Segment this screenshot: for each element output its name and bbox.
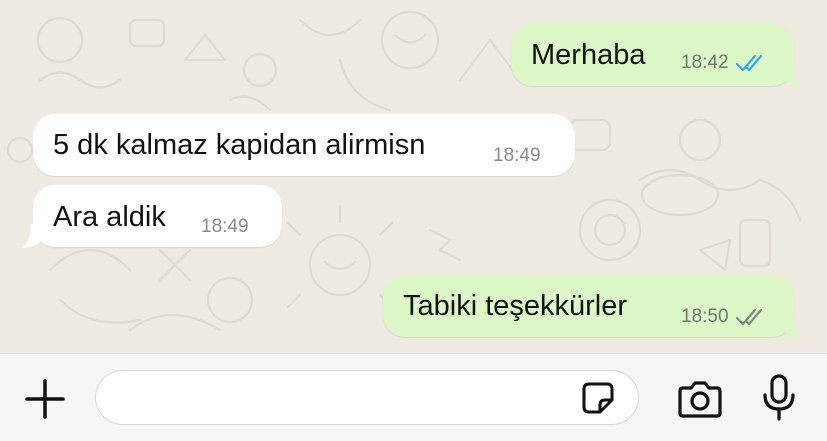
message-time: 18:42 — [681, 52, 729, 73]
message-time: 18:49 — [201, 216, 249, 237]
message-text: Tabiki teşekkürler — [403, 290, 628, 322]
sticker-icon — [582, 382, 614, 414]
sticker-button[interactable] — [580, 381, 616, 415]
bubble-tail-incoming — [21, 224, 43, 248]
message-meta: 18:42 — [681, 52, 765, 74]
plus-icon — [25, 379, 65, 419]
message-input[interactable] — [114, 381, 578, 417]
message-bubble-outgoing[interactable]: Tabiki teşekkürler 18:50 — [383, 275, 794, 337]
microphone-button[interactable] — [756, 372, 802, 424]
message-bubble-incoming[interactable]: 5 dk kalmaz kapidan alirmisn 18:49 — [33, 114, 575, 176]
message-bubble-incoming[interactable]: Ara aldik 18:49 — [33, 185, 282, 247]
message-input-field[interactable] — [95, 370, 639, 425]
message-text: 5 dk kalmaz kapidan alirmisn — [53, 129, 426, 161]
chat-area: Merhaba 18:42 5 dk kalmaz kapidan alirmi… — [0, 0, 827, 353]
bubble-tail-outgoing — [782, 64, 804, 88]
message-text: Merhaba — [531, 39, 646, 71]
message-meta: 18:49 — [493, 145, 541, 167]
bubble-tail-outgoing — [782, 315, 804, 339]
camera-button[interactable] — [675, 376, 725, 422]
attach-button[interactable] — [22, 376, 68, 422]
message-meta: 18:49 — [201, 216, 249, 238]
message-meta: 18:50 — [681, 306, 765, 328]
camera-icon — [678, 381, 722, 418]
message-text: Ara aldik — [53, 201, 166, 233]
delivered-double-check-icon — [735, 308, 762, 326]
message-input-bar — [0, 353, 827, 441]
message-bubble-outgoing[interactable]: Merhaba 18:42 — [511, 23, 794, 86]
read-double-check-icon — [735, 54, 762, 72]
microphone-icon — [763, 374, 795, 421]
message-time: 18:50 — [681, 306, 729, 327]
message-time: 18:49 — [493, 145, 541, 166]
